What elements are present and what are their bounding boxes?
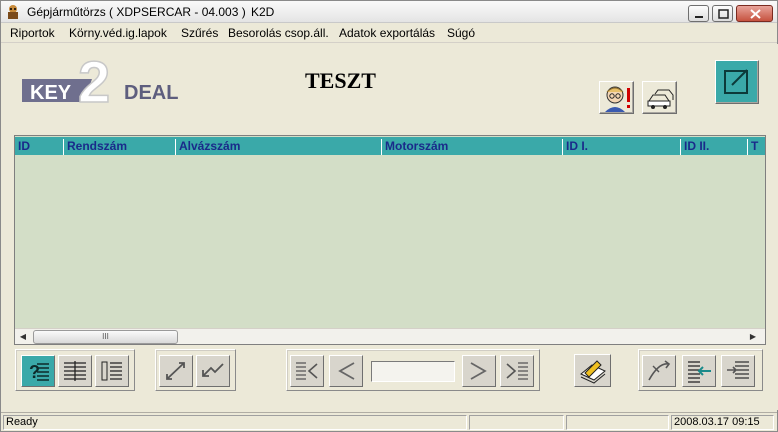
detail-view-button[interactable] xyxy=(95,355,129,387)
menu-riportok[interactable]: Riportok xyxy=(7,26,58,40)
export-list-icon xyxy=(727,361,749,379)
maximize-button[interactable] xyxy=(712,5,733,22)
import-list-icon xyxy=(688,361,711,383)
logo-digit: 2 xyxy=(78,50,110,104)
table-lines-icon xyxy=(64,361,86,381)
user-info-button[interactable] xyxy=(599,81,634,114)
grid-view-button[interactable] xyxy=(58,355,92,387)
curve-arrows-icon xyxy=(648,360,671,381)
next-record-button[interactable] xyxy=(462,355,496,387)
key2deal-logo: KEY 2 DEAL xyxy=(22,49,178,104)
application-window: Gépjárműtörzs ( XDPSERCAR - 04.003 ) K2D… xyxy=(0,0,778,432)
column-header-id[interactable]: ID xyxy=(15,139,63,155)
collapse-arrows-icon xyxy=(202,363,224,377)
view-mode-group: ? xyxy=(15,349,135,391)
menu-szures[interactable]: Szűrés xyxy=(178,26,221,40)
export-button[interactable] xyxy=(721,355,755,387)
status-datetime: 2008.03.17 09:15 xyxy=(671,415,774,430)
column-header-motorszam[interactable]: Motorszám xyxy=(381,139,562,155)
person-alert-icon xyxy=(605,86,630,112)
edit-record-button[interactable] xyxy=(715,60,759,104)
collapse-button[interactable] xyxy=(196,355,230,387)
vehicles-button[interactable] xyxy=(642,81,677,114)
grid-header: ID Rendszám Alvázszám Motorszám ID I. ID… xyxy=(15,137,765,155)
close-button[interactable] xyxy=(736,5,773,22)
logo-deal-text: DEAL xyxy=(124,82,178,104)
status-panel-3 xyxy=(566,415,669,430)
minimize-button[interactable] xyxy=(688,5,709,22)
expand-button[interactable] xyxy=(159,355,193,387)
help-list-icon: ? xyxy=(29,362,49,382)
title-bar[interactable]: Gépjárműtörzs ( XDPSERCAR - 04.003 ) K2D xyxy=(1,1,777,23)
record-position-field[interactable] xyxy=(371,361,455,382)
last-record-button[interactable] xyxy=(500,355,534,387)
scroll-left-arrow-icon[interactable]: ◀ xyxy=(18,332,28,342)
transfer-button[interactable] xyxy=(642,355,676,387)
previous-icon xyxy=(338,362,355,380)
menu-besorolas[interactable]: Besorolás csop.áll. xyxy=(225,26,332,40)
help-view-button[interactable]: ? xyxy=(21,355,55,387)
pencil-paper-icon xyxy=(580,360,606,384)
maximize-icon xyxy=(718,9,729,19)
column-header-rendszam[interactable]: Rendszám xyxy=(63,139,175,155)
record-navigation-group xyxy=(286,349,540,391)
detail-list-icon xyxy=(101,361,122,381)
column-header-id-2[interactable]: ID II. xyxy=(680,139,747,155)
column-header-truncated[interactable]: T xyxy=(747,139,765,155)
status-panel-2 xyxy=(469,415,564,430)
close-icon xyxy=(750,9,761,19)
status-message: Ready xyxy=(3,415,467,430)
menu-korny-ved-ig-lapok[interactable]: Körny.véd.ig.lapok xyxy=(66,26,170,40)
logo-key-text: KEY xyxy=(30,82,72,104)
cars-icon xyxy=(647,89,674,109)
scroll-right-arrow-icon[interactable]: ▶ xyxy=(748,332,758,342)
menu-bar: Riportok Körny.véd.ig.lapok Szűrés Besor… xyxy=(1,24,777,43)
scrollbar-thumb[interactable]: III xyxy=(33,330,178,344)
tools-group xyxy=(638,349,763,391)
previous-record-button[interactable] xyxy=(329,355,363,387)
vehicle-grid[interactable]: ID Rendszám Alvázszám Motorszám ID I. ID… xyxy=(14,135,766,345)
first-record-button[interactable] xyxy=(290,355,324,387)
edit-icon xyxy=(724,69,748,94)
import-button[interactable] xyxy=(682,355,716,387)
horizontal-scrollbar[interactable]: ◀ III ▶ xyxy=(15,328,765,344)
report-title: TESZT xyxy=(305,68,376,93)
note-edit-button[interactable] xyxy=(574,354,611,387)
next-icon xyxy=(470,362,487,380)
expand-arrows-icon xyxy=(166,362,185,380)
minimize-icon xyxy=(695,16,703,18)
main-content: KEY 2 DEAL TESZT ID Rendszám Alvázszám M… xyxy=(2,44,778,410)
last-record-icon xyxy=(506,362,528,380)
first-record-icon xyxy=(296,362,318,380)
status-bar: Ready 2008.03.17 09:15 xyxy=(1,412,777,431)
transform-group xyxy=(155,349,236,391)
column-header-id-1[interactable]: ID I. xyxy=(562,139,680,155)
menu-sugo[interactable]: Súgó xyxy=(444,26,478,40)
menu-adatok-exportalas[interactable]: Adatok exportálás xyxy=(336,26,438,40)
column-header-alvazszam[interactable]: Alvázszám xyxy=(175,139,381,155)
window-title: Gépjárműtörzs ( XDPSERCAR - 04.003 ) xyxy=(27,5,246,19)
window-subtitle: K2D xyxy=(251,5,275,19)
app-icon xyxy=(5,4,21,20)
